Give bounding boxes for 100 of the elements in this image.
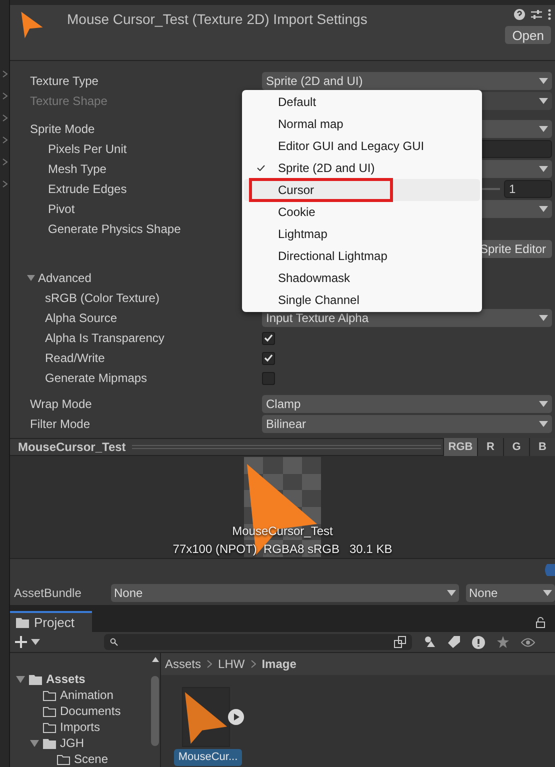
shapes-icon[interactable]	[424, 636, 436, 648]
asset-bundle-label: AssetBundle	[14, 585, 82, 602]
chevron-icon[interactable]	[2, 70, 8, 78]
channel-tab[interactable]: R	[477, 438, 503, 456]
dropdown[interactable]: Clamp	[262, 395, 552, 413]
number-field[interactable]: 1	[504, 180, 552, 198]
menu-item[interactable]: Sprite (2D and UI)	[244, 157, 480, 179]
expand-arrow-icon[interactable]	[16, 674, 25, 684]
project-tab[interactable]: Project	[10, 611, 92, 632]
folder-icon	[43, 690, 56, 700]
expand-window-icon[interactable]	[394, 636, 406, 648]
caret-icon	[447, 590, 456, 596]
property-label: Alpha Is Transparency	[45, 331, 164, 345]
asset-thumbnail[interactable]	[182, 687, 230, 747]
chevron-icon[interactable]	[2, 136, 8, 144]
menu-item[interactable]: Cursor	[244, 179, 480, 201]
folder-item[interactable]: Scene	[74, 750, 108, 767]
property-label: Texture Shape	[30, 94, 108, 108]
property-label: Wrap Mode	[30, 397, 92, 411]
folder-item[interactable]: Imports	[60, 718, 100, 736]
caret-icon	[539, 166, 548, 172]
menu-item[interactable]: Normal map	[244, 113, 480, 135]
scrollbar-thumb[interactable]	[151, 676, 159, 746]
preview-title: MouseCursor_Test	[17, 439, 127, 456]
folder-icon	[43, 722, 56, 732]
caret-icon	[539, 98, 548, 104]
folder-icon	[16, 617, 29, 628]
folder-item[interactable]: Animation	[60, 686, 114, 704]
checkbox[interactable]	[262, 332, 275, 344]
expand-arrow-icon[interactable]	[27, 274, 35, 282]
asset-name[interactable]: MouseCur...	[174, 749, 242, 766]
folder-item[interactable]: JGH	[60, 734, 84, 752]
dropdown[interactable]: Bilinear	[262, 415, 552, 433]
check-icon	[264, 354, 273, 362]
caret-icon	[539, 315, 548, 321]
warning-icon[interactable]	[472, 636, 485, 648]
search-icon	[110, 638, 118, 646]
eye-icon[interactable]	[521, 638, 535, 646]
cursor-arrow-icon	[20, 10, 44, 40]
chevron-icon[interactable]	[2, 180, 8, 188]
check-icon	[264, 334, 273, 342]
open-button[interactable]: Open	[505, 26, 551, 44]
property-label: Generate Physics Shape	[48, 222, 181, 236]
channel-tab[interactable]: RGB	[443, 438, 477, 456]
checkbox[interactable]	[262, 352, 275, 364]
search-field[interactable]	[104, 634, 412, 650]
folder-icon	[29, 674, 42, 684]
plus-icon[interactable]	[15, 636, 27, 648]
section-label[interactable]: Advanced	[38, 269, 92, 287]
caret-icon	[539, 401, 548, 407]
more-icon[interactable]	[548, 9, 551, 20]
property-label: Texture Type	[30, 74, 98, 88]
menu-item[interactable]: Shadowmask	[244, 267, 480, 289]
lock-icon[interactable]	[536, 617, 545, 628]
property-label: Pivot	[48, 202, 75, 216]
property-label: Extrude Edges	[48, 182, 127, 196]
star-icon[interactable]	[497, 636, 509, 648]
chevron-icon	[250, 660, 256, 668]
play-icon[interactable]	[228, 709, 244, 725]
property-label: Sprite Mode	[30, 122, 95, 136]
menu-item[interactable]: Single Channel	[244, 289, 480, 311]
chevron-icon[interactable]	[2, 158, 8, 166]
breadcrumb-link[interactable]: Image	[262, 655, 296, 673]
dropdown[interactable]: Sprite (2D and UI)	[262, 72, 552, 90]
breadcrumb-link[interactable]: Assets	[165, 655, 202, 673]
chevron-icon[interactable]	[2, 114, 8, 122]
checkbox[interactable]	[262, 372, 275, 384]
menu-item[interactable]: Cookie	[244, 201, 480, 223]
folder-item[interactable]: Documents	[60, 702, 121, 720]
help-icon[interactable]	[514, 9, 525, 20]
chevron-icon	[207, 660, 212, 668]
menu-item[interactable]: Default	[244, 91, 480, 113]
sliders-icon[interactable]	[531, 9, 542, 20]
expand-arrow-icon[interactable]	[30, 738, 39, 748]
property-label: Alpha Source	[45, 311, 118, 325]
menu-item[interactable]: Editor GUI and Legacy GUI	[244, 135, 480, 157]
chevron-icon[interactable]	[2, 92, 8, 100]
breadcrumb-link[interactable]: LHW	[218, 655, 245, 673]
dropdown[interactable]: None	[466, 584, 555, 602]
caret-icon	[539, 206, 548, 212]
dropdown[interactable]: None	[111, 584, 459, 602]
property-label: Filter Mode	[30, 417, 90, 431]
property-label: Read/Write	[45, 351, 105, 365]
folder-icon	[43, 706, 56, 716]
channel-tab[interactable]: G	[503, 438, 529, 456]
caret-icon	[539, 421, 548, 427]
caret-icon	[539, 78, 548, 84]
property-label: Mesh Type	[48, 162, 106, 176]
channel-tab[interactable]: B	[529, 438, 555, 456]
caret-icon	[539, 126, 548, 132]
scroll-up-icon[interactable]	[152, 657, 158, 662]
caret-icon	[31, 639, 40, 645]
property-label: Pixels Per Unit	[48, 142, 127, 156]
folder-icon	[43, 738, 56, 748]
folder-icon	[57, 754, 70, 764]
caret-icon	[543, 590, 552, 596]
property-label: sRGB (Color Texture)	[45, 291, 160, 305]
folder-item[interactable]: Assets	[46, 670, 86, 688]
property-label: Generate Mipmaps	[45, 371, 148, 385]
inspector-title: Mouse Cursor_Test (Texture 2D) Import Settings	[67, 10, 368, 29]
